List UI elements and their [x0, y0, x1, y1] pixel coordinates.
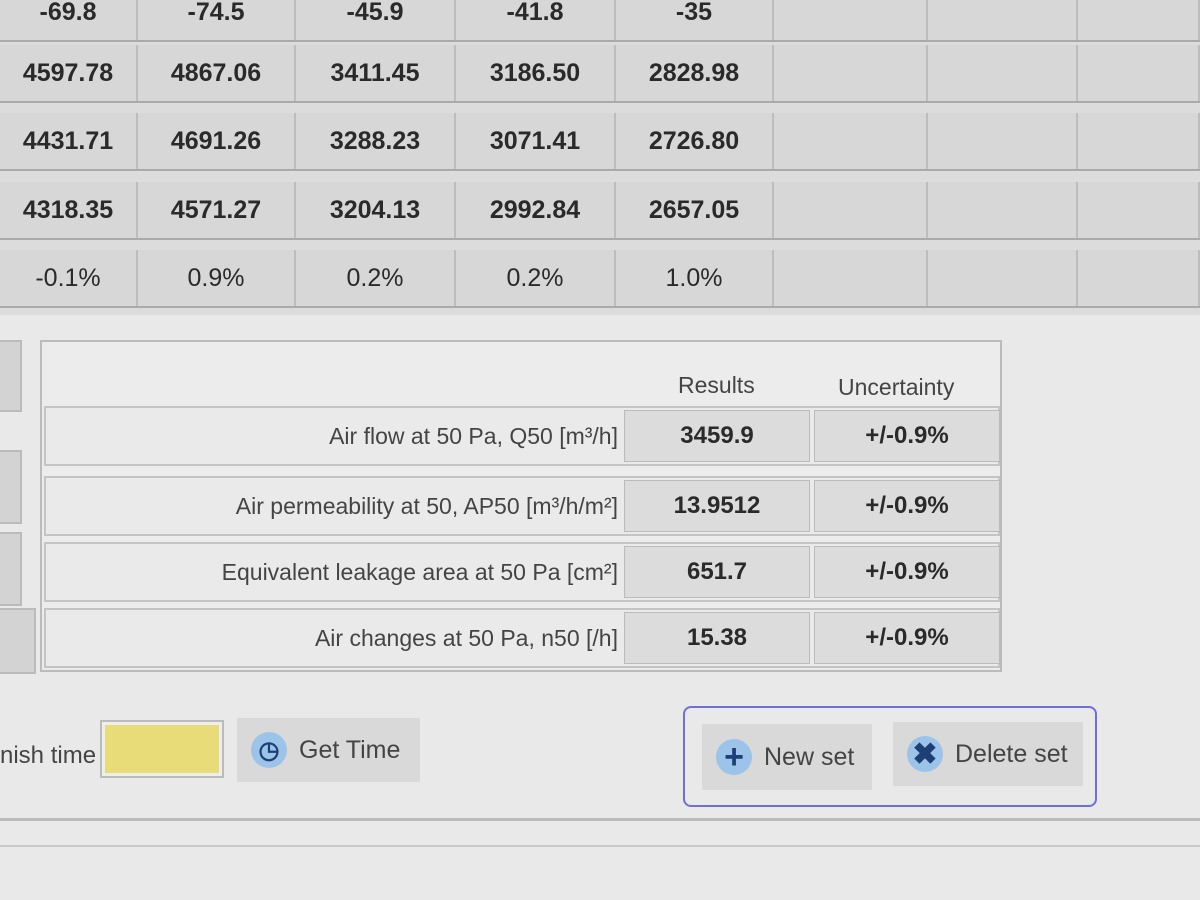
result-row: Air permeability at 50, AP50 [m³/h/m²] 1… — [44, 476, 1000, 536]
table-cell[interactable] — [928, 182, 1078, 238]
table-cell[interactable]: -45.9 — [296, 0, 456, 40]
side-tab[interactable] — [0, 532, 22, 606]
table-cell[interactable] — [928, 113, 1078, 169]
table-cell[interactable] — [1078, 45, 1200, 101]
side-tab[interactable] — [0, 450, 22, 524]
table-cell[interactable]: 0.9% — [138, 250, 296, 306]
table-cell[interactable]: -41.8 — [456, 0, 616, 40]
table-cell[interactable]: 3288.23 — [296, 113, 456, 169]
table-cell[interactable] — [928, 45, 1078, 101]
delete-set-label: Delete set — [955, 739, 1068, 768]
table-cell[interactable] — [1078, 0, 1200, 40]
table-cell[interactable] — [774, 45, 928, 101]
results-header: Results — [678, 372, 755, 398]
result-row: Air changes at 50 Pa, n50 [/h] 15.38 +/-… — [44, 608, 1000, 668]
side-tab[interactable] — [0, 340, 22, 412]
table-cell[interactable] — [774, 0, 928, 40]
table-cell[interactable]: -69.8 — [0, 0, 138, 40]
side-tab[interactable] — [0, 608, 36, 674]
table-cell[interactable] — [928, 0, 1078, 40]
table-cell[interactable]: 0.2% — [296, 250, 456, 306]
table-cell[interactable]: 4597.78 — [0, 45, 138, 101]
table-cell[interactable]: 4431.71 — [0, 113, 138, 169]
result-value: 651.7 — [624, 546, 810, 598]
uncertainty-header: Uncertainty — [838, 374, 955, 400]
divider — [0, 818, 1200, 821]
result-label: Equivalent leakage area at 50 Pa [cm²] — [221, 558, 618, 585]
table-cell[interactable]: 2657.05 — [616, 182, 774, 238]
table-cell[interactable]: -74.5 — [138, 0, 296, 40]
table-row: -0.1% 0.9% 0.2% 0.2% 1.0% — [0, 250, 1200, 308]
results-panel: Results Uncertainty Air flow at 50 Pa, Q… — [40, 340, 1002, 672]
result-label: Air changes at 50 Pa, n50 [/h] — [314, 624, 618, 651]
table-cell[interactable]: 4571.27 — [138, 182, 296, 238]
result-uncertainty: +/-0.9% — [814, 546, 1000, 598]
table-cell[interactable] — [928, 250, 1078, 306]
table-cell[interactable]: 4867.06 — [138, 45, 296, 101]
result-value: 15.38 — [624, 612, 810, 664]
table-cell[interactable]: 2726.80 — [616, 113, 774, 169]
finish-time-label: nish time — [0, 742, 97, 769]
table-cell[interactable]: 3411.45 — [296, 45, 456, 101]
table-cell[interactable] — [774, 182, 928, 238]
plus-icon: + — [716, 738, 752, 776]
table-cell[interactable]: 2992.84 — [456, 182, 616, 238]
table-cell[interactable] — [1078, 182, 1200, 238]
table-cell[interactable]: 4318.35 — [0, 182, 138, 238]
new-set-label: New set — [764, 742, 855, 771]
table-cell[interactable]: 2828.98 — [616, 45, 774, 101]
alarm-clock-icon: ◷ — [251, 732, 287, 768]
x-icon: ✖ — [907, 736, 943, 772]
result-label: Air flow at 50 Pa, Q50 [m³/h] — [329, 422, 618, 449]
table-cell[interactable] — [1078, 113, 1200, 169]
table-cell[interactable] — [774, 113, 928, 169]
table-row: 4597.78 4867.06 3411.45 3186.50 2828.98 — [0, 45, 1200, 103]
result-uncertainty: +/-0.9% — [814, 410, 1000, 462]
new-set-button[interactable]: + New set — [702, 724, 872, 790]
result-label: Air permeability at 50, AP50 [m³/h/m²] — [235, 492, 618, 519]
result-uncertainty: +/-0.9% — [814, 480, 1000, 532]
get-time-label: Get Time — [299, 735, 401, 764]
table-cell[interactable]: 3186.50 — [456, 45, 616, 101]
divider — [0, 845, 1200, 847]
result-uncertainty: +/-0.9% — [814, 612, 1000, 664]
result-row: Air flow at 50 Pa, Q50 [m³/h] 3459.9 +/-… — [44, 406, 1000, 466]
finish-time-field[interactable] — [105, 725, 219, 773]
result-value: 3459.9 — [624, 410, 810, 462]
delete-set-button[interactable]: ✖ Delete set — [893, 722, 1083, 786]
get-time-button[interactable]: ◷ Get Time — [237, 718, 420, 782]
table-row: 4431.71 4691.26 3288.23 3071.41 2726.80 — [0, 113, 1200, 171]
result-value: 13.9512 — [624, 480, 810, 532]
table-cell[interactable]: 1.0% — [616, 250, 774, 306]
table-cell[interactable]: 3071.41 — [456, 113, 616, 169]
table-cell[interactable] — [774, 250, 928, 306]
table-cell[interactable]: 4691.26 — [138, 113, 296, 169]
table-cell[interactable] — [1078, 250, 1200, 306]
table-row: 4318.35 4571.27 3204.13 2992.84 2657.05 — [0, 182, 1200, 240]
table-cell[interactable]: -35 — [616, 0, 774, 40]
table-cell[interactable]: 3204.13 — [296, 182, 456, 238]
finish-time-field-frame — [100, 720, 224, 778]
table-cell[interactable]: -0.1% — [0, 250, 138, 306]
table-cell[interactable]: 0.2% — [456, 250, 616, 306]
table-row: -69.8 -74.5 -45.9 -41.8 -35 — [0, 0, 1200, 42]
result-row: Equivalent leakage area at 50 Pa [cm²] 6… — [44, 542, 1000, 602]
